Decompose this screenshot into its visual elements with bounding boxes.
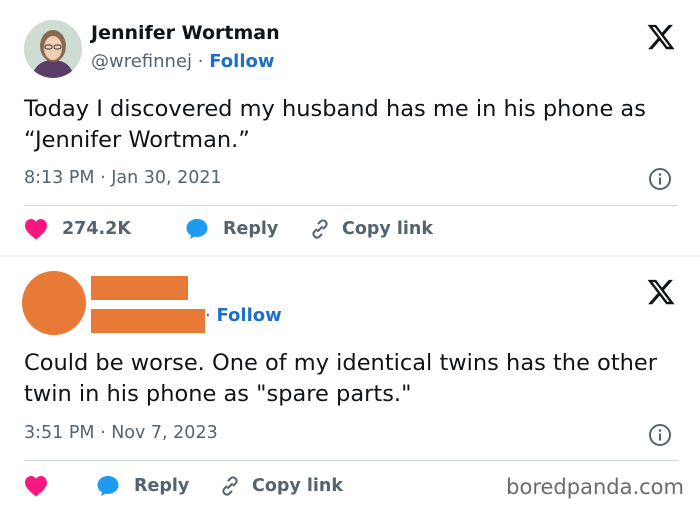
reply-bubble-icon — [97, 476, 119, 496]
link-icon — [312, 219, 328, 239]
redacted-author-name — [91, 276, 188, 300]
reply-label: Reply — [223, 219, 279, 239]
divider — [24, 205, 678, 206]
reply-bubble-icon — [186, 219, 208, 239]
like-count: 274.2K — [62, 219, 131, 239]
separator: · — [197, 51, 204, 72]
x-logo-icon[interactable] — [646, 22, 676, 52]
author-name[interactable]: Jennifer Wortman — [91, 22, 280, 44]
like-button[interactable] — [24, 475, 96, 497]
copy-link-label: Copy link — [342, 219, 433, 239]
avatar-redacted[interactable] — [22, 271, 86, 335]
copy-link-label: Copy link — [252, 476, 343, 496]
like-button[interactable]: 274.2K — [24, 218, 185, 240]
timestamp-link[interactable]: 3:51 PM · Nov 7, 2023 — [24, 423, 218, 443]
divider — [24, 460, 678, 461]
handle-line: · Follow — [205, 305, 282, 326]
heart-icon — [25, 476, 47, 497]
info-icon[interactable] — [648, 167, 672, 191]
action-bar: Reply Copy link — [24, 471, 343, 501]
avatar[interactable] — [24, 20, 82, 78]
follow-link[interactable]: Follow — [216, 305, 281, 326]
x-logo-icon[interactable] — [646, 277, 676, 307]
reply-label: Reply — [134, 476, 190, 496]
action-bar: 274.2K Reply Copy link — [24, 214, 433, 244]
handle-line: @wrefinnej · Follow — [91, 51, 275, 72]
link-icon — [222, 476, 238, 496]
watermark: boredpanda.com — [506, 475, 684, 499]
tweet-card-1: Jennifer Wortman @wrefinnej · Follow Tod… — [0, 0, 700, 255]
copy-link-button[interactable]: Copy link — [308, 217, 433, 241]
tweet-card-2: · Follow Could be worse. One of my ident… — [0, 257, 700, 512]
follow-link[interactable]: Follow — [209, 51, 274, 72]
copy-link-button[interactable]: Copy link — [218, 474, 343, 498]
redacted-author-handle — [91, 309, 205, 333]
author-handle[interactable]: @wrefinnej — [91, 51, 192, 72]
heart-icon — [25, 219, 47, 240]
timestamp-link[interactable]: 8:13 PM · Jan 30, 2021 — [24, 168, 222, 188]
reply-button[interactable]: Reply — [185, 217, 308, 241]
info-icon[interactable] — [648, 423, 672, 447]
separator: · — [205, 305, 211, 326]
reply-button[interactable]: Reply — [96, 474, 218, 498]
tweet-text: Could be worse. One of my identical twin… — [24, 350, 657, 407]
tweet-text: Today I discovered my husband has me in … — [24, 96, 646, 153]
